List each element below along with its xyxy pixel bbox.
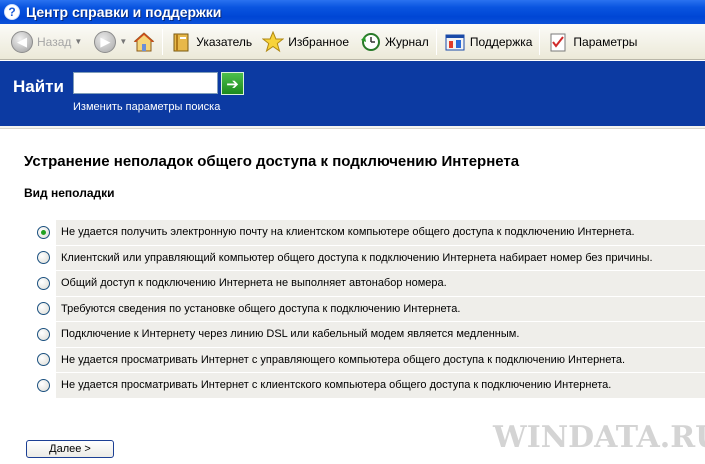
option-radio[interactable] <box>36 378 50 392</box>
back-dropdown-icon[interactable]: ▼ <box>74 37 82 46</box>
options-icon <box>547 31 569 53</box>
back-label: Назад <box>37 34 72 49</box>
history-label: Журнал <box>385 34 429 49</box>
radio-cell <box>30 322 56 347</box>
forward-dropdown-icon[interactable]: ▼ <box>119 37 127 46</box>
radio-cell <box>30 347 56 372</box>
option-radio[interactable] <box>36 276 50 290</box>
option-label[interactable]: Не удается получить электронную почту на… <box>56 220 705 245</box>
back-button[interactable]: ◀ Назад ▼ <box>8 27 85 57</box>
option-radio[interactable] <box>36 302 50 316</box>
radio-cell <box>30 296 56 321</box>
problem-option[interactable]: Не удается просматривать Интернет с упра… <box>30 347 705 373</box>
option-label[interactable]: Подключение к Интернету через линию DSL … <box>56 322 705 347</box>
index-button[interactable]: Указатель <box>167 27 255 57</box>
title-bar: ? Центр справки и поддержки <box>0 0 705 24</box>
support-icon <box>444 31 466 53</box>
option-radio[interactable] <box>36 327 50 341</box>
option-label[interactable]: Общий доступ к подключению Интернета не … <box>56 271 705 296</box>
home-button[interactable] <box>130 27 158 57</box>
option-label[interactable]: Клиентский или управляющий компьютер общ… <box>56 245 705 270</box>
toolbar-separator <box>162 28 164 55</box>
problem-options-list: Не удается получить электронную почту на… <box>30 220 705 399</box>
option-radio[interactable] <box>36 353 50 367</box>
search-input[interactable] <box>73 72 218 94</box>
search-label: Найти <box>13 77 64 96</box>
next-button[interactable]: Далее > <box>26 440 114 458</box>
window-title: Центр справки и поддержки <box>26 4 222 20</box>
radio-cell <box>30 245 56 270</box>
option-radio[interactable] <box>36 225 50 239</box>
radio-cell <box>30 271 56 296</box>
page-title: Устранение неполадок общего доступа к по… <box>24 153 520 170</box>
section-title: Вид неполадки <box>24 186 115 200</box>
index-label: Указатель <box>196 34 253 49</box>
history-icon <box>359 31 381 53</box>
help-center-icon: ? <box>4 4 20 20</box>
radio-cell <box>30 220 56 245</box>
support-button[interactable]: Поддержка <box>441 27 536 57</box>
header-divider <box>0 126 705 129</box>
radio-cell <box>30 373 56 398</box>
favorites-label: Избранное <box>288 34 350 49</box>
home-icon <box>133 31 155 53</box>
search-options-link[interactable]: Изменить параметры поиска <box>73 101 220 113</box>
problem-option[interactable]: Не удается получить электронную почту на… <box>30 220 705 246</box>
options-button[interactable]: Параметры <box>544 27 640 57</box>
forward-button[interactable]: ▶ ▼ <box>91 27 130 57</box>
search-go-button[interactable]: ➔ <box>221 72 244 95</box>
search-band: Найти ➔ Изменить параметры поиска <box>0 61 705 126</box>
problem-option[interactable]: Не удается просматривать Интернет с клие… <box>30 373 705 399</box>
go-arrow-icon: ➔ <box>226 75 239 93</box>
toolbar: ◀ Назад ▼ ▶ ▼ Указатель Избранное Журнал… <box>0 24 705 60</box>
watermark: WINDATA.RU <box>493 420 705 455</box>
index-book-icon <box>170 31 192 53</box>
option-label[interactable]: Требуются сведения по установке общего д… <box>56 296 705 321</box>
toolbar-separator <box>539 28 541 55</box>
option-radio[interactable] <box>36 251 50 265</box>
support-label: Поддержка <box>469 34 533 49</box>
back-arrow-icon: ◀ <box>11 30 33 53</box>
options-label: Параметры <box>573 34 638 49</box>
forward-arrow-icon: ▶ <box>94 30 117 53</box>
problem-option[interactable]: Общий доступ к подключению Интернета не … <box>30 271 705 297</box>
history-button[interactable]: Журнал <box>356 27 432 57</box>
favorites-star-icon <box>262 30 285 53</box>
problem-option[interactable]: Подключение к Интернету через линию DSL … <box>30 322 705 348</box>
problem-option[interactable]: Требуются сведения по установке общего д… <box>30 296 705 322</box>
favorites-button[interactable]: Избранное <box>259 27 352 57</box>
problem-option[interactable]: Клиентский или управляющий компьютер общ… <box>30 245 705 271</box>
option-label[interactable]: Не удается просматривать Интернет с упра… <box>56 347 705 372</box>
option-label[interactable]: Не удается просматривать Интернет с клие… <box>56 373 705 398</box>
toolbar-separator <box>435 28 437 55</box>
